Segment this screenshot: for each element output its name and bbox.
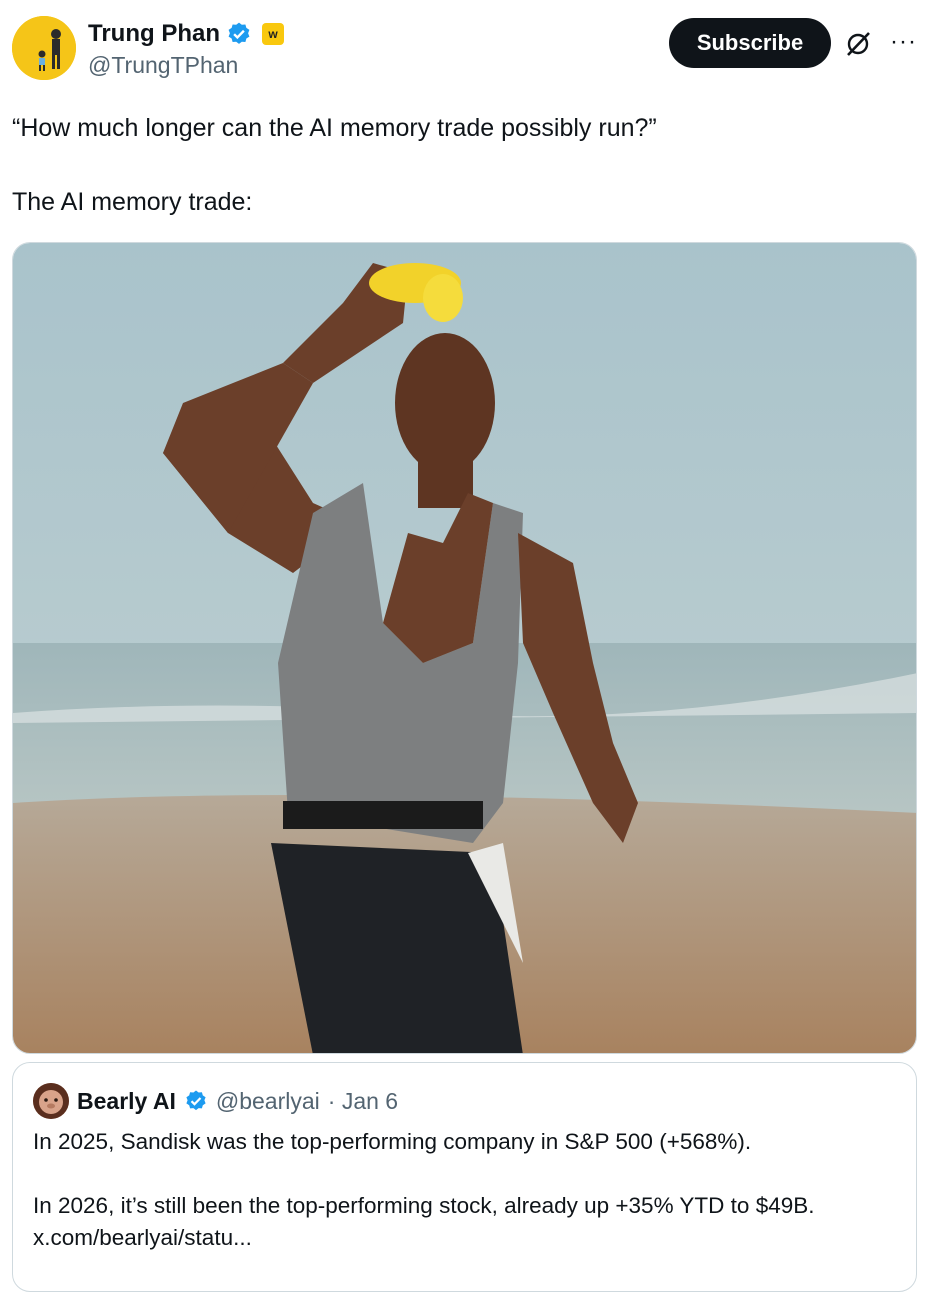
subscribe-button[interactable]: Subscribe — [669, 18, 831, 68]
tweet-photo[interactable] — [12, 242, 917, 1054]
verified-badge-icon — [228, 22, 250, 44]
quoted-author-avatar[interactable] — [33, 1083, 69, 1119]
author-name-row: Trung Phan w — [88, 20, 284, 48]
tweet-header: Trung Phan w @TrungTPhan Subscribe ··· — [12, 16, 916, 86]
tweet-text-line-2: The AI memory trade: — [12, 188, 253, 216]
quoted-tweet-header: Bearly AI @bearlyai · Jan 6 — [33, 1083, 398, 1119]
w-badge-icon: w — [262, 23, 284, 45]
author-name[interactable]: Trung Phan — [88, 20, 220, 48]
author-handle[interactable]: @TrungTPhan — [88, 52, 238, 79]
author-avatar[interactable] — [12, 16, 76, 80]
quoted-text-line-2: In 2026, it’s still been the top-perform… — [33, 1193, 815, 1218]
quoted-author-handle[interactable]: @bearlyai — [216, 1088, 320, 1115]
runner-photo-illustration — [13, 243, 916, 1053]
quoted-link[interactable]: x.com/bearlyai/statu... — [33, 1223, 252, 1253]
more-options-icon[interactable]: ··· — [890, 28, 917, 56]
quoted-text-line-1: In 2025, Sandisk was the top-performing … — [33, 1129, 752, 1154]
verified-badge-icon — [186, 1090, 206, 1111]
quoted-tweet-date[interactable]: · Jan 6 — [328, 1088, 398, 1115]
quoted-tweet[interactable]: Bearly AI @bearlyai · Jan 6 In 2025, San… — [12, 1062, 917, 1292]
grok-icon[interactable] — [844, 30, 872, 58]
quoted-author-name[interactable]: Bearly AI — [77, 1088, 176, 1115]
tweet-text-line-1: “How much longer can the AI memory trade… — [12, 114, 657, 142]
